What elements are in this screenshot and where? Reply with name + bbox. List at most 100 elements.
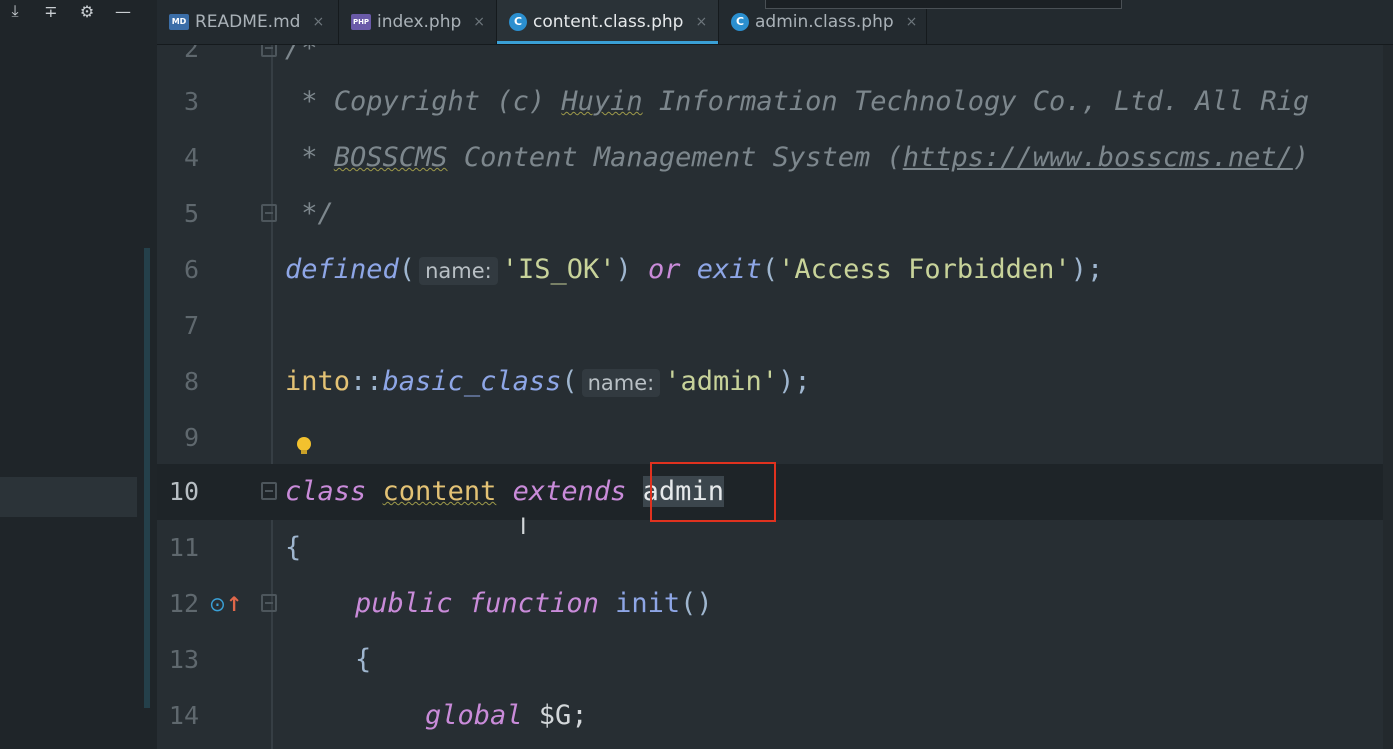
line-number: 14: [168, 701, 199, 730]
close-icon[interactable]: ×: [695, 14, 707, 30]
code-text: defined(name: 'IS_OK') or exit('Access Fo…: [285, 242, 1103, 299]
punctuation: ::: [350, 366, 383, 397]
fold-icon[interactable]: [261, 45, 277, 57]
code-text: /*: [285, 45, 318, 64]
code-editor[interactable]: 2 /* 3 * Copyright (c) Huyin Information…: [157, 45, 1393, 749]
comment-text: * Copyright (c): [285, 86, 562, 117]
code-line: 9: [157, 410, 1393, 466]
code-text: {: [355, 644, 372, 675]
line-number: 11: [168, 533, 199, 562]
line-number: 5: [183, 199, 199, 228]
line-number: 3: [183, 87, 199, 116]
panel-toolbar: ⤓ ∓ ⚙ —: [0, 0, 134, 22]
code-line: 2 /*: [157, 45, 1393, 77]
function-name: basic_class: [382, 366, 562, 397]
keyword: class: [285, 476, 367, 507]
line-number: 9: [183, 423, 199, 452]
project-panel: ⤓ ∓ ⚙ —: [0, 0, 155, 749]
close-icon[interactable]: ×: [312, 14, 324, 30]
code-text: into::basic_class(name:'admin');: [285, 354, 811, 411]
keyword: function: [468, 588, 599, 619]
md-file-icon: MD: [169, 14, 189, 30]
punctuation: ): [615, 254, 649, 285]
class-name: into: [285, 366, 351, 397]
collapse-all-icon[interactable]: ⤓: [4, 1, 26, 21]
code-text: {: [285, 532, 302, 563]
string-literal: 'admin': [664, 366, 779, 397]
php-file-icon: PHP: [351, 14, 371, 30]
code-text: * BOSSCMS Content Management System (htt…: [285, 130, 1309, 186]
code-line: 11 {: [157, 520, 1393, 576]
function-name: exit: [680, 254, 762, 285]
code-text: * Copyright (c) Huyin Information Techno…: [285, 74, 1309, 130]
tab-label: admin.class.php: [755, 12, 894, 32]
code-line-current: 10 class content extends admin: [157, 462, 1393, 522]
tab-readme[interactable]: MD README.md ×: [157, 0, 339, 44]
comment-text: Content Management System (: [447, 142, 903, 173]
comment-typo: Huyin: [561, 86, 643, 117]
line-number: 4: [183, 143, 199, 172]
code-line: 6 defined(name: 'IS_OK') or exit('Access …: [157, 242, 1393, 298]
function-name: init: [615, 588, 681, 619]
comment-text: ): [1292, 142, 1310, 173]
lightbulb-icon[interactable]: [297, 437, 311, 454]
punctuation: );: [778, 366, 811, 397]
keyword: extends: [512, 476, 627, 507]
parameter-hint: name:: [581, 369, 661, 397]
keyword: global: [425, 700, 523, 731]
code-line: 4 * BOSSCMS Content Management System (h…: [157, 130, 1393, 186]
line-number: 13: [168, 645, 199, 674]
code-line: 3 * Copyright (c) Huyin Information Tech…: [157, 74, 1393, 130]
punctuation: (: [761, 254, 779, 285]
line-number: 8: [183, 367, 199, 396]
punctuation: (: [398, 254, 416, 285]
highlight-box: [650, 462, 776, 522]
minimize-icon[interactable]: —: [112, 2, 134, 21]
punctuation: (: [561, 366, 578, 397]
fold-icon[interactable]: [261, 594, 277, 612]
panel-scrollbar[interactable]: [144, 248, 150, 708]
comment-text: Information Technology Co., Ltd. All Rig: [642, 86, 1310, 117]
parameter-hint: name:: [419, 257, 498, 285]
keyword: public: [355, 588, 453, 619]
tab-label: README.md: [195, 12, 301, 32]
tab-label: content.class.php: [533, 12, 684, 32]
tab-content-class-php[interactable]: C content.class.php ×: [497, 0, 719, 44]
comment-text: *: [285, 142, 334, 173]
override-icon[interactable]: ⊙↑: [209, 592, 243, 616]
code-text: public function init(): [355, 576, 713, 632]
code-line: 12 ⊙↑ public function init(): [157, 576, 1393, 632]
function-name: defined: [285, 254, 399, 285]
line-number: 6: [183, 255, 199, 284]
code-line: 7: [157, 298, 1393, 354]
close-icon[interactable]: ×: [473, 14, 485, 30]
close-icon[interactable]: ×: [906, 14, 918, 30]
line-number: 10: [168, 477, 199, 506]
editor-scrollbar[interactable]: [1383, 45, 1393, 749]
gear-icon[interactable]: ⚙: [76, 2, 98, 21]
tab-index-php[interactable]: PHP index.php ×: [339, 0, 497, 44]
code-line: 13 {: [157, 632, 1393, 688]
php-class-icon: C: [731, 13, 749, 31]
string-literal: 'IS_OK': [501, 254, 616, 285]
code-line: 5 */: [157, 186, 1393, 242]
punctuation: (): [680, 588, 713, 619]
fold-icon[interactable]: [261, 204, 277, 222]
selected-tree-row[interactable]: [0, 477, 137, 517]
line-number: 12: [168, 589, 199, 618]
class-name: content: [382, 476, 497, 507]
keyword: or: [648, 254, 681, 285]
code-line: 14 global $G;: [157, 688, 1393, 744]
punctuation: );: [1070, 254, 1104, 285]
code-text: global $G;: [425, 688, 588, 744]
line-number: 7: [183, 311, 199, 340]
fold-icon[interactable]: [261, 482, 277, 500]
popup-edge: [765, 0, 1122, 9]
php-class-icon: C: [509, 13, 527, 31]
code-line: 8 into::basic_class(name:'admin');: [157, 354, 1393, 410]
string-literal: 'Access Forbidden': [778, 254, 1071, 285]
code-text: */: [285, 198, 334, 229]
comment-typo: BOSSCMS: [333, 142, 448, 173]
comment-link[interactable]: https://www.bosscms.net/: [903, 142, 1293, 173]
expand-all-icon[interactable]: ∓: [40, 2, 62, 21]
